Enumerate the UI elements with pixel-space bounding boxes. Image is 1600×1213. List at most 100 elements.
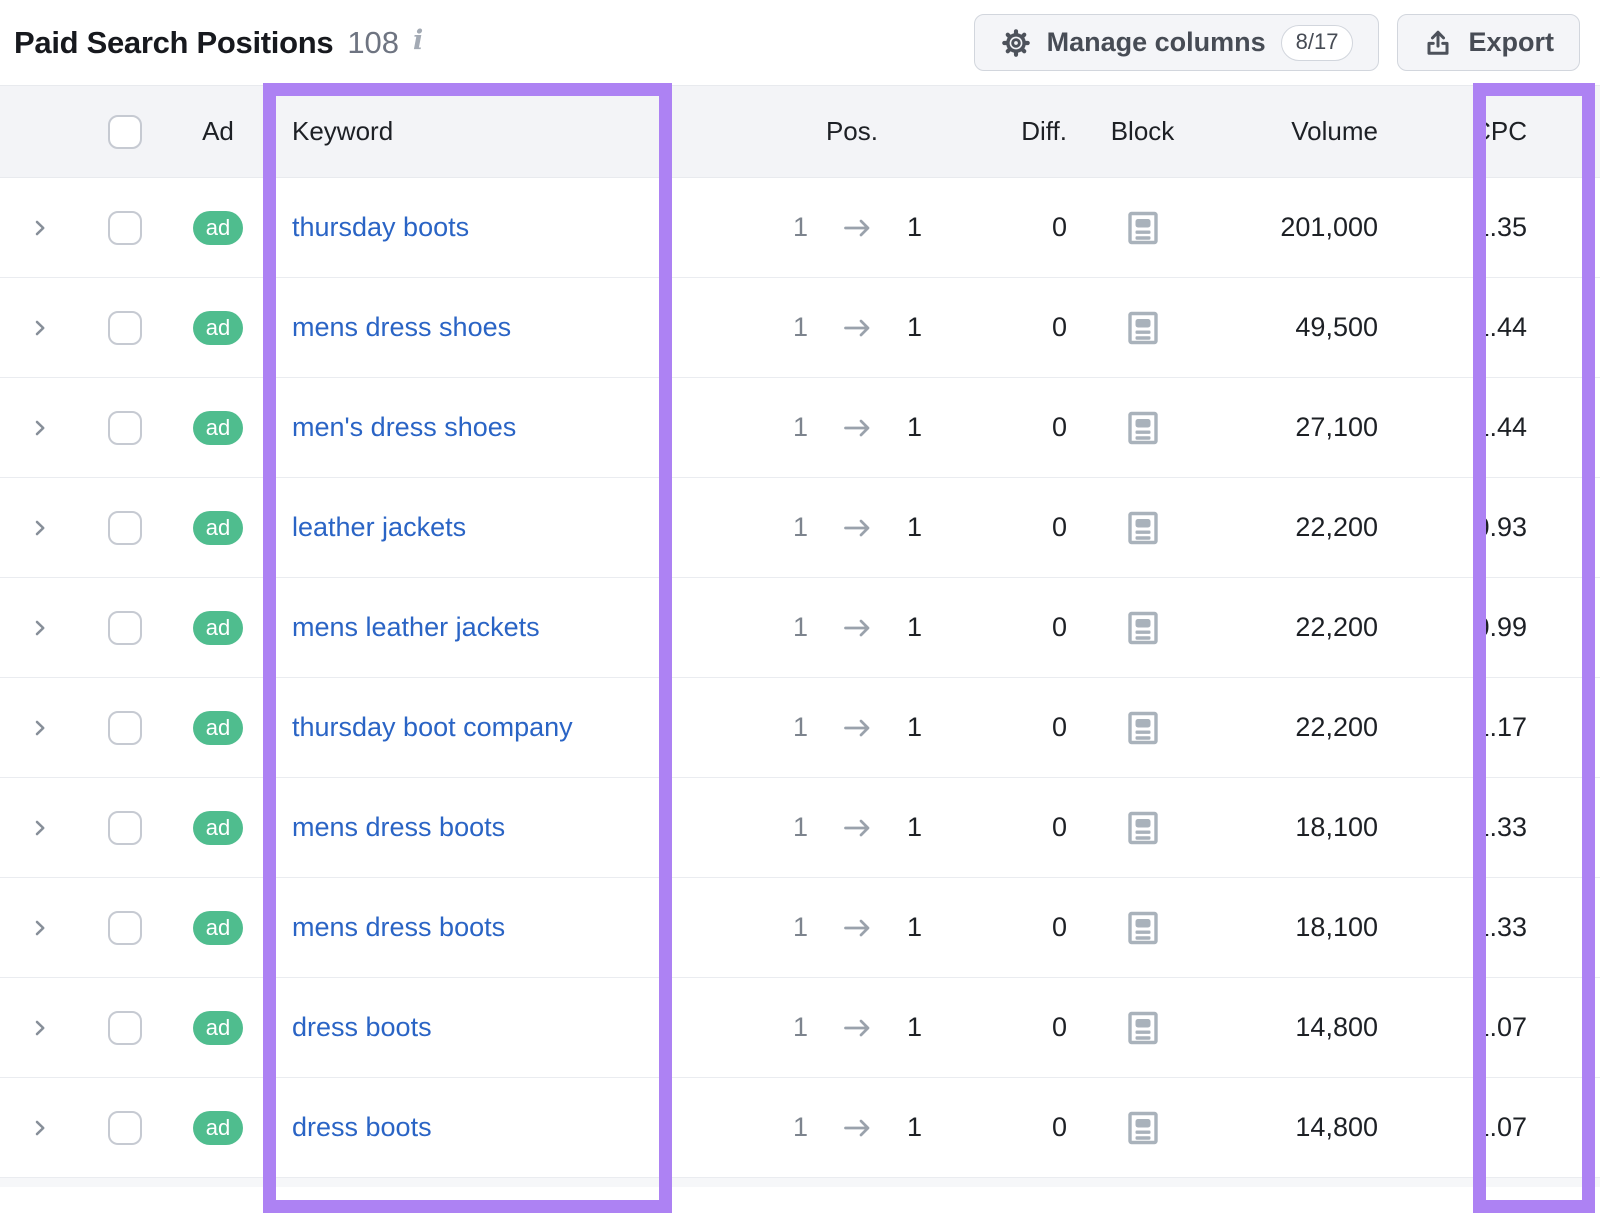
arrow-right-icon bbox=[843, 818, 872, 838]
volume-cell: 14,800 bbox=[1218, 1012, 1378, 1043]
keyword-link[interactable]: thursday boots bbox=[292, 212, 469, 242]
keyword-link[interactable]: mens dress shoes bbox=[292, 312, 511, 342]
position-current: 1 bbox=[907, 1112, 922, 1143]
clipped-next-column-cell: 1 bbox=[1582, 1110, 1600, 1146]
column-header-block: Block bbox=[1067, 116, 1218, 147]
row-checkbox[interactable] bbox=[108, 211, 142, 245]
partial-next-row bbox=[0, 1178, 1600, 1187]
checkbox-cell bbox=[90, 711, 160, 745]
export-label: Export bbox=[1468, 27, 1554, 58]
position-previous: 1 bbox=[793, 712, 808, 743]
row-checkbox[interactable] bbox=[108, 311, 142, 345]
checkbox-cell bbox=[90, 811, 160, 845]
block-cell bbox=[1067, 210, 1218, 246]
chevron-right-icon[interactable] bbox=[31, 1019, 49, 1037]
keyword-link[interactable]: thursday boot company bbox=[292, 712, 573, 742]
clipped-next-column-header: . bbox=[1582, 113, 1600, 151]
keyword-link[interactable]: mens dress boots bbox=[292, 812, 505, 842]
chevron-right-icon[interactable] bbox=[31, 1119, 49, 1137]
column-header-pos[interactable]: Pos. bbox=[660, 116, 930, 147]
serp-block-icon[interactable] bbox=[1128, 1110, 1158, 1146]
column-header-ad: Ad bbox=[160, 116, 276, 147]
keyword-link[interactable]: leather jackets bbox=[292, 512, 466, 542]
row-checkbox[interactable] bbox=[108, 411, 142, 445]
export-button[interactable]: Export bbox=[1397, 14, 1580, 71]
position-previous: 1 bbox=[793, 1112, 808, 1143]
serp-block-icon[interactable] bbox=[1128, 710, 1158, 746]
manage-columns-button[interactable]: Manage columns 8/17 bbox=[974, 14, 1380, 71]
arrow-right-icon bbox=[843, 718, 872, 738]
row-checkbox[interactable] bbox=[108, 911, 142, 945]
serp-block-icon[interactable] bbox=[1128, 810, 1158, 846]
table-row: ad thursday boot company 1 1 0 bbox=[0, 678, 1600, 778]
row-checkbox[interactable] bbox=[108, 1111, 142, 1145]
keyword-link[interactable]: mens dress boots bbox=[292, 912, 505, 942]
expander-cell bbox=[0, 1119, 90, 1137]
info-icon[interactable]: i bbox=[413, 25, 423, 56]
keyword-cell: leather jackets bbox=[276, 512, 660, 543]
block-cell bbox=[1067, 410, 1218, 446]
position-cell: 1 1 bbox=[660, 212, 930, 243]
keyword-link[interactable]: dress boots bbox=[292, 1112, 432, 1142]
position-current: 1 bbox=[907, 912, 922, 943]
chevron-right-icon[interactable] bbox=[31, 919, 49, 937]
keyword-cell: mens dress boots bbox=[276, 912, 660, 943]
cpc-cell: 0.93 bbox=[1378, 512, 1582, 543]
diff-cell: 0 bbox=[930, 812, 1067, 843]
cpc-cell: 1.07 bbox=[1378, 1012, 1582, 1043]
keyword-cell: thursday boot company bbox=[276, 712, 660, 743]
position-cell: 1 1 bbox=[660, 412, 930, 443]
arrow-right-icon bbox=[843, 218, 872, 238]
diff-cell: 0 bbox=[930, 312, 1067, 343]
keyword-cell: mens leather jackets bbox=[276, 612, 660, 643]
serp-block-icon[interactable] bbox=[1128, 510, 1158, 546]
chevron-right-icon[interactable] bbox=[31, 219, 49, 237]
row-checkbox[interactable] bbox=[108, 711, 142, 745]
select-all-checkbox[interactable] bbox=[108, 115, 142, 149]
serp-block-icon[interactable] bbox=[1128, 1010, 1158, 1046]
clipped-next-column-cell: 1 bbox=[1582, 810, 1600, 846]
serp-block-icon[interactable] bbox=[1128, 410, 1158, 446]
row-checkbox[interactable] bbox=[108, 811, 142, 845]
keyword-link[interactable]: men's dress shoes bbox=[292, 412, 516, 442]
toolbar-actions: Manage columns 8/17 Export bbox=[974, 14, 1580, 71]
position-cell: 1 1 bbox=[660, 512, 930, 543]
chevron-right-icon[interactable] bbox=[31, 619, 49, 637]
block-cell bbox=[1067, 910, 1218, 946]
diff-cell: 0 bbox=[930, 212, 1067, 243]
chevron-right-icon[interactable] bbox=[31, 819, 49, 837]
serp-block-icon[interactable] bbox=[1128, 910, 1158, 946]
column-header-volume[interactable]: Volume bbox=[1218, 116, 1378, 147]
position-cell: 1 1 bbox=[660, 1012, 930, 1043]
position-cell: 1 1 bbox=[660, 712, 930, 743]
ad-badge: ad bbox=[193, 211, 243, 245]
keyword-link[interactable]: dress boots bbox=[292, 1012, 432, 1042]
ad-cell: ad bbox=[160, 611, 276, 645]
keyword-link[interactable]: mens leather jackets bbox=[292, 612, 540, 642]
block-cell bbox=[1067, 510, 1218, 546]
clipped-next-column-cell: 1 bbox=[1582, 510, 1600, 546]
chevron-right-icon[interactable] bbox=[31, 419, 49, 437]
position-cell: 1 1 bbox=[660, 812, 930, 843]
serp-block-icon[interactable] bbox=[1128, 610, 1158, 646]
table-header-row: Ad Keyword Pos. Diff. Block Volume CPC . bbox=[0, 85, 1600, 178]
column-header-cpc[interactable]: CPC bbox=[1378, 116, 1582, 147]
column-header-keyword[interactable]: Keyword bbox=[276, 116, 660, 147]
chevron-right-icon[interactable] bbox=[31, 519, 49, 537]
column-header-diff[interactable]: Diff. bbox=[930, 116, 1067, 147]
clipped-next-column-cell: 1 bbox=[1582, 410, 1600, 446]
ad-cell: ad bbox=[160, 1111, 276, 1145]
upload-icon bbox=[1423, 27, 1453, 59]
cpc-cell: 1.44 bbox=[1378, 412, 1582, 443]
clipped-next-column-cell: 1 bbox=[1582, 710, 1600, 746]
chevron-right-icon[interactable] bbox=[31, 719, 49, 737]
row-checkbox[interactable] bbox=[108, 1011, 142, 1045]
row-checkbox[interactable] bbox=[108, 611, 142, 645]
cpc-cell: 0.99 bbox=[1378, 612, 1582, 643]
block-cell bbox=[1067, 810, 1218, 846]
serp-block-icon[interactable] bbox=[1128, 310, 1158, 346]
manage-columns-label: Manage columns bbox=[1047, 27, 1266, 58]
serp-block-icon[interactable] bbox=[1128, 210, 1158, 246]
chevron-right-icon[interactable] bbox=[31, 319, 49, 337]
row-checkbox[interactable] bbox=[108, 511, 142, 545]
